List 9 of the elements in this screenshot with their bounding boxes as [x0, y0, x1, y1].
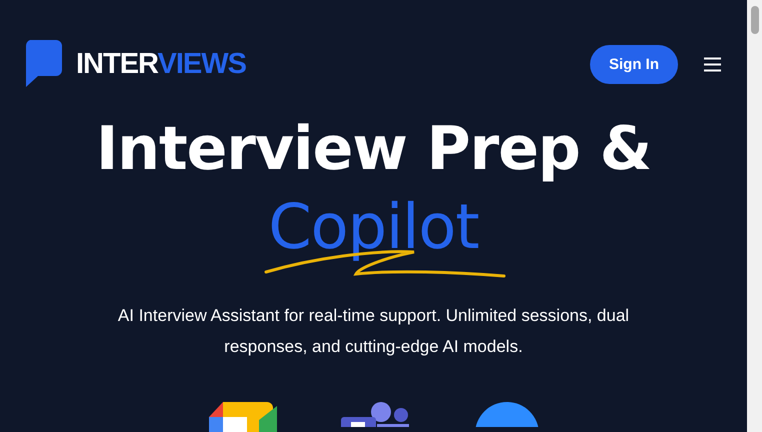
menu-icon[interactable]	[704, 56, 721, 72]
video-camera-icon	[208, 402, 276, 432]
scrollbar[interactable]	[747, 0, 762, 432]
logo-text[interactable]: INTERVIEWS	[76, 46, 246, 82]
hero-title: Interview Prep &	[96, 113, 652, 186]
speech-bubble-icon	[24, 40, 62, 88]
hero-description: AI Interview Assistant for real-time support. Unlimited sessions, dual responses, and cutting-edge AI models.	[116, 305, 630, 358]
hero-title-highlight: Copilot	[268, 194, 479, 260]
sign-in-button[interactable]: Sign In	[590, 44, 678, 84]
